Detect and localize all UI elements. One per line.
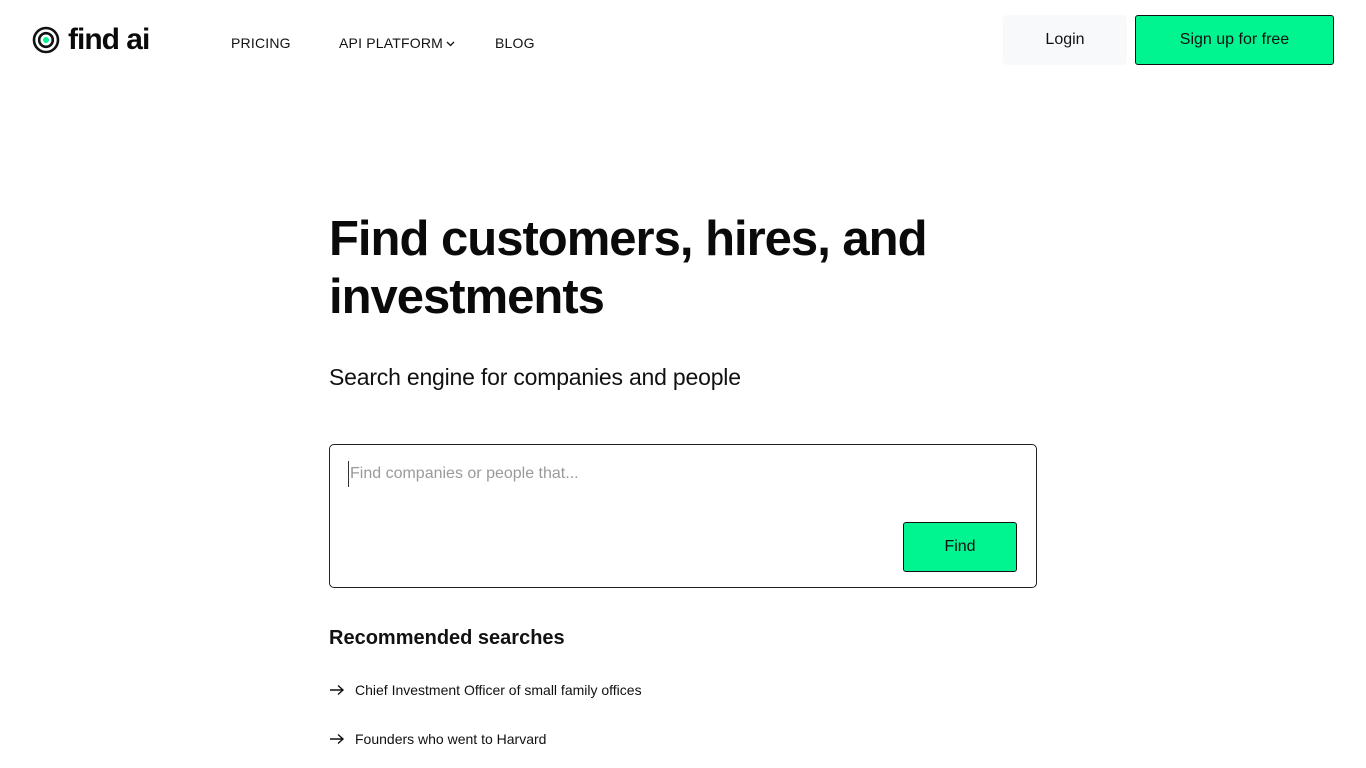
recommended-search-label: Founders who went to Harvard [355,731,547,747]
nav-pricing-label: PRICING [231,35,291,51]
arrow-right-icon [330,733,345,745]
recommended-search-item[interactable]: Founders who went to Harvard [329,731,546,747]
nav-api-platform-label: API PLATFORM [339,35,444,51]
arrow-right-icon [330,684,345,696]
nav-blog-link[interactable]: BLOG [495,35,535,51]
nav-pricing-link[interactable]: PRICING [231,35,291,51]
recommended-search-item[interactable]: Chief Investment Officer of small family… [329,682,642,698]
nav-api-platform-dropdown[interactable]: API PLATFORM [339,35,455,51]
top-navigation: find ai PRICING API PLATFORM BLOG Login … [0,0,1366,82]
login-button[interactable]: Login [1003,15,1127,65]
page-title: Find customers, hires, and investments [329,212,928,324]
search-panel: Find [329,444,1037,588]
nav-blog-label: BLOG [495,35,535,51]
signup-button[interactable]: Sign up for free [1135,15,1334,65]
chevron-down-icon [446,41,455,47]
target-icon [32,26,60,54]
hero-subtitle: Search engine for companies and people [329,364,741,390]
find-button[interactable]: Find [903,522,1017,572]
recommended-search-label: Chief Investment Officer of small family… [355,682,642,698]
recommended-searches-heading: Recommended searches [329,627,565,649]
logo-text: find ai [68,23,150,56]
logo-link[interactable]: find ai [32,22,150,58]
search-input[interactable] [348,461,1008,487]
